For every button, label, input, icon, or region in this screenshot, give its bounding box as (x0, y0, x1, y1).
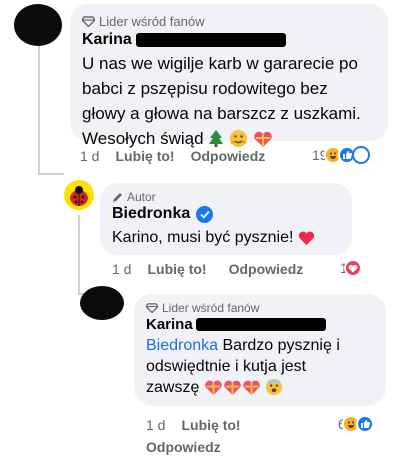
author-name[interactable]: Biedronka (112, 205, 190, 223)
thread-line (38, 45, 40, 175)
reactions-summary-3[interactable]: 6 (338, 415, 374, 433)
avatar-karina[interactable] (14, 4, 62, 46)
diamond-icon (146, 303, 158, 313)
gift-heart-icon (223, 379, 242, 402)
comment-line: głowy a głowa na barszcz z uszkami. (82, 104, 361, 123)
love-reaction-icon (343, 259, 362, 277)
comment-actions-1: 1 d Lubię to! Odpowiedz (80, 148, 265, 164)
reactions-summary-2[interactable]: 1 (340, 259, 362, 277)
author-name[interactable]: Karina (82, 31, 132, 49)
redacted-surname (135, 33, 286, 47)
comment-text: Biedronka Bardzo pysznię i odswiędtnie i… (146, 335, 374, 402)
badge-label: Lider wśród fanów (99, 14, 205, 29)
author-name[interactable]: Karina (146, 316, 193, 333)
avatar-karina[interactable] (80, 286, 124, 320)
timestamp[interactable]: 1 d (146, 417, 165, 433)
comment-line: U nas we wigilje karb w gararecie po (82, 54, 358, 73)
author-badge: Autor (112, 190, 340, 204)
reply-button[interactable]: Odpowiedz (229, 261, 304, 277)
comment-bubble-1: Lider wśród fanów Karina U nas we wigilj… (70, 4, 388, 148)
comment-text: Karino, musi być pysznie! (112, 229, 340, 251)
like-button[interactable]: Lubię to! (147, 261, 206, 277)
reply-button[interactable]: Odpowiedz (146, 439, 296, 455)
verified-icon (196, 205, 214, 223)
pen-icon (112, 192, 123, 203)
badge-label: Lider wśród fanów (162, 301, 260, 315)
fan-badge: Lider wśród fanów (82, 14, 376, 29)
fearful-face-icon (265, 378, 283, 402)
timestamp[interactable]: 1 d (80, 148, 99, 164)
reactions-summary-1[interactable]: 19 (312, 146, 370, 164)
thread-line-branch (38, 173, 64, 175)
timestamp[interactable]: 1 d (112, 261, 131, 277)
author-row: Karina (146, 316, 374, 333)
gift-heart-icon (242, 379, 261, 402)
like-reaction-icon (355, 415, 374, 433)
mention-link[interactable]: Biedronka (146, 337, 218, 354)
comment-actions-3: 1 d Lubię to! Odpowiedz (146, 417, 296, 455)
like-button[interactable]: Lubię to! (181, 417, 240, 433)
comment-line: babci z pszępisu rodowitego bez (82, 79, 328, 98)
comment-line: Karino, musi być pysznie! (112, 229, 294, 246)
comment-line-text: Bardzo pysznię i (218, 337, 340, 354)
comment-last-line: zawszę (146, 377, 374, 402)
comment-actions-2: 1 d Lubię to! Odpowiedz (112, 261, 303, 277)
fan-badge: Lider wśród fanów (146, 301, 374, 315)
reply-button[interactable]: Odpowiedz (191, 148, 266, 164)
redacted-surname (195, 318, 326, 331)
comment-text: U nas we wigilje karb w gararecie po bab… (82, 51, 376, 155)
author-row: Karina (82, 31, 376, 49)
comment-bubble-2: Autor Biedronka Karino, musi być pysznie… (100, 183, 352, 255)
like-reaction-icon (351, 146, 370, 164)
comment-line: Biedronka Bardzo pysznię i (146, 335, 374, 356)
diamond-icon (82, 16, 95, 27)
comment-bubble-3: Lider wśród fanów Karina Biedronka Bardz… (134, 294, 386, 406)
author-row: Biedronka (112, 205, 340, 223)
comment-line: zawszę (146, 379, 200, 396)
thread-line-2 (78, 215, 80, 295)
like-button[interactable]: Lubię to! (115, 148, 174, 164)
badge-label: Autor (127, 190, 156, 204)
gift-heart-icon (204, 379, 223, 402)
comment-line: Wesołych świąd (82, 129, 204, 148)
red-heart-icon (298, 231, 315, 251)
comment-line: odswiędtnie i kutja jest (146, 358, 307, 375)
avatar-biedronka[interactable] (64, 180, 94, 210)
